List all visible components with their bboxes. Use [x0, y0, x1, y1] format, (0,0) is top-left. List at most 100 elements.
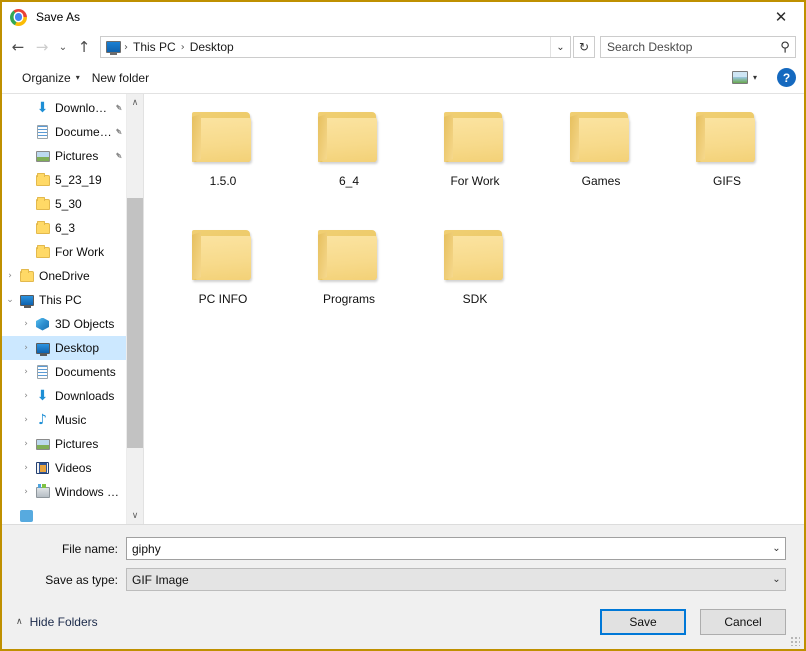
sidebar-item-pictures[interactable]: Pictures ✒	[2, 144, 126, 168]
chevron-down-icon[interactable]: ⌄	[768, 574, 785, 585]
refresh-icon[interactable]: ↻	[573, 36, 595, 58]
sidebar-item-label: Downloads	[55, 389, 115, 403]
sidebar-item-documents[interactable]: Documents ✒	[2, 120, 126, 144]
file-name-input[interactable]	[127, 541, 768, 556]
sidebar-scrollbar[interactable]: ∧ ∨	[126, 94, 143, 524]
breadcrumb-item-desktop[interactable]: Desktop	[186, 39, 238, 55]
save-button[interactable]: Save	[600, 609, 686, 635]
collapsed-chevron-icon[interactable]: ›	[18, 463, 34, 473]
collapsed-chevron-icon[interactable]: ›	[18, 391, 34, 401]
sidebar-item-label: 5_30	[55, 197, 82, 211]
sidebar-item-pictures[interactable]: › Pictures	[2, 432, 126, 456]
collapsed-chevron-icon[interactable]: ›	[18, 487, 34, 497]
document-icon	[34, 125, 51, 139]
scrollbar-track[interactable]	[127, 111, 143, 507]
forward-button[interactable]: →	[30, 35, 54, 59]
sidebar-item-windows-c[interactable]: › Windows (C:)	[2, 480, 126, 504]
file-name-combo[interactable]: ⌄	[126, 537, 786, 560]
sidebar-item-label: Music	[55, 413, 87, 427]
sidebar-item-videos[interactable]: › Videos	[2, 456, 126, 480]
folder-icon	[192, 110, 254, 162]
video-icon	[34, 462, 51, 474]
sidebar-item-desktop[interactable]: › Desktop	[2, 336, 126, 360]
sidebar-item-music[interactable]: › ♪ Music	[2, 408, 126, 432]
resize-grip[interactable]	[790, 636, 800, 646]
address-bar[interactable]: › This PC › Desktop ⌄	[100, 36, 571, 58]
file-item[interactable]: For Work	[412, 106, 538, 224]
sidebar-item-6-3[interactable]: 6_3	[2, 216, 126, 240]
file-name-label: For Work	[450, 174, 500, 188]
monitor-icon	[18, 294, 35, 308]
expanded-chevron-icon[interactable]: ⌄	[2, 295, 18, 305]
view-icon	[731, 71, 748, 84]
sidebar-item-5-23-19[interactable]: 5_23_19	[2, 168, 126, 192]
save-as-type-row: Save as type: GIF Image ⌄	[20, 568, 786, 591]
sidebar-item-label: Documents	[55, 365, 116, 379]
collapsed-chevron-icon[interactable]: ›	[18, 415, 34, 425]
search-box[interactable]: ⚲	[600, 36, 796, 58]
sidebar-item-label: 5_23_19	[55, 173, 102, 187]
sidebar-item-downloads[interactable]: ⬇ Downloads ✒	[2, 96, 126, 120]
sidebar-item-this-pc[interactable]: ⌄ This PC	[2, 288, 126, 312]
chevron-down-icon: ▾	[75, 73, 80, 82]
collapsed-chevron-icon[interactable]: ›	[18, 367, 34, 377]
collapsed-chevron-icon[interactable]: ›	[18, 319, 34, 329]
folder-icon	[34, 220, 51, 234]
sidebar-item-network[interactable]	[2, 504, 126, 524]
dialog-buttons: Save Cancel	[600, 609, 786, 635]
file-item[interactable]: 6_4	[286, 106, 412, 224]
file-item[interactable]: Programs	[286, 224, 412, 342]
up-button[interactable]: ↑	[72, 35, 96, 59]
collapsed-chevron-icon[interactable]: ›	[2, 271, 18, 281]
change-view-button[interactable]: ▾	[726, 68, 763, 87]
scroll-down-icon[interactable]: ∨	[127, 507, 143, 524]
save-as-dialog: Save As ✕ ← → ⌄ ↑ › This PC › Desktop ⌄ …	[0, 0, 806, 651]
recent-locations-button[interactable]: ⌄	[54, 35, 72, 59]
help-icon[interactable]: ?	[777, 68, 796, 87]
sidebar-item-onedrive[interactable]: › OneDrive	[2, 264, 126, 288]
sidebar-item-downloads[interactable]: › ⬇ Downloads	[2, 384, 126, 408]
close-icon[interactable]: ✕	[758, 2, 804, 32]
window-title: Save As	[36, 10, 81, 24]
sidebar-item-documents[interactable]: › Documents	[2, 360, 126, 384]
chevron-down-icon[interactable]: ⌄	[768, 543, 785, 554]
folder-icon	[570, 110, 632, 162]
scrollbar-thumb[interactable]	[127, 198, 143, 448]
chevron-down-icon: ▾	[752, 73, 757, 82]
sidebar-item-label: For Work	[55, 245, 105, 259]
folder-icon	[444, 110, 506, 162]
monitor-icon	[34, 342, 51, 356]
hide-folders-button[interactable]: ∧ Hide Folders	[16, 615, 98, 629]
back-button[interactable]: ←	[6, 35, 30, 59]
file-item[interactable]: GIFS	[664, 106, 790, 224]
file-item[interactable]: SDK	[412, 224, 538, 342]
file-item[interactable]: Games	[538, 106, 664, 224]
folder-icon	[18, 268, 35, 282]
search-input[interactable]	[601, 40, 775, 54]
sidebar-item-for-work[interactable]: For Work	[2, 240, 126, 264]
folder-icon	[318, 110, 380, 162]
save-as-type-combo[interactable]: GIF Image ⌄	[126, 568, 786, 591]
organize-button[interactable]: Organize ▾	[16, 68, 86, 88]
file-name-label: File name:	[61, 541, 118, 556]
cancel-button[interactable]: Cancel	[700, 609, 786, 635]
dialog-footer: ∧ Hide Folders Save Cancel	[2, 599, 804, 649]
folder-icon	[192, 228, 254, 280]
toolbar-right-group: ▾ ?	[726, 68, 796, 87]
pin-icon[interactable]: ✒	[111, 149, 125, 163]
collapsed-chevron-icon[interactable]: ›	[18, 343, 34, 353]
sidebar-item-5-30[interactable]: 5_30	[2, 192, 126, 216]
file-list-pane[interactable]: 1.5.0 6_4 For Work Games GIFS PC INFO Programs…	[144, 94, 804, 524]
scroll-up-icon[interactable]: ∧	[127, 94, 143, 111]
file-item[interactable]: 1.5.0	[160, 106, 286, 224]
sidebar-item-label: This PC	[39, 293, 82, 307]
navigation-pane: ⬇ Downloads ✒ Documents ✒ Pictures ✒ 5_23_19 5_3…	[2, 94, 144, 524]
sidebar-item-3d-objects[interactable]: › 3D Objects	[2, 312, 126, 336]
new-folder-button[interactable]: New folder	[86, 68, 155, 88]
breadcrumb-item-this-pc[interactable]: This PC	[129, 39, 180, 55]
sidebar-item-label: 3D Objects	[55, 317, 115, 331]
collapsed-chevron-icon[interactable]: ›	[18, 439, 34, 449]
file-item[interactable]: PC INFO	[160, 224, 286, 342]
chevron-down-icon[interactable]: ⌄	[550, 37, 570, 57]
folder-tree: ⬇ Downloads ✒ Documents ✒ Pictures ✒ 5_23_19 5_3…	[2, 94, 126, 524]
